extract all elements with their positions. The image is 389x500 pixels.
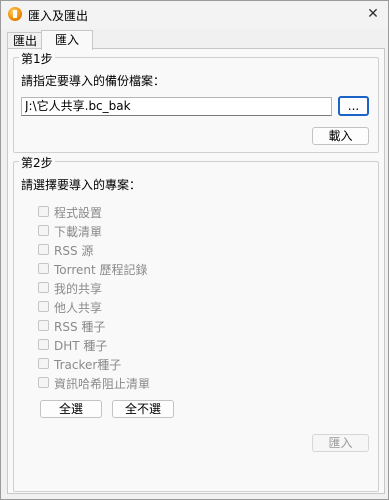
close-icon: ✕	[367, 6, 379, 22]
title-bar[interactable]: 匯入及匯出 ✕	[1, 1, 388, 29]
step1-group: 第1步 請指定要導入的備份檔案： ... 載入	[13, 50, 379, 153]
import-button[interactable]: 匯入	[312, 434, 369, 452]
checkbox[interactable]	[38, 263, 49, 274]
close-button[interactable]: ✕	[358, 1, 388, 29]
checkbox[interactable]	[38, 320, 49, 331]
backup-path-input[interactable]	[21, 97, 332, 116]
item-label: 資訊哈希阻止清單	[54, 377, 151, 391]
checkbox[interactable]	[38, 339, 49, 350]
step2-title: 第2步	[19, 154, 55, 171]
app-icon	[8, 7, 22, 21]
item-label: DHT 種子	[54, 339, 108, 353]
browse-button[interactable]: ...	[338, 96, 369, 116]
checkbox[interactable]	[38, 225, 49, 236]
item-label: Torrent 歷程記錄	[54, 263, 148, 277]
step2-instruction: 請選擇要導入的專案：	[21, 178, 142, 192]
checkbox[interactable]	[38, 282, 49, 293]
checkbox[interactable]	[38, 244, 49, 255]
checkbox[interactable]	[38, 377, 49, 388]
checkbox[interactable]	[38, 206, 49, 217]
tab-import[interactable]: 匯入	[41, 30, 93, 50]
item-label: Tracker種子	[54, 358, 122, 372]
import-export-dialog: 匯入及匯出 ✕ 匯出 匯入 第1步 請指定要導入的備份檔案： ... 載入 第2…	[0, 0, 389, 500]
select-none-button[interactable]: 全不選	[112, 400, 174, 418]
import-tab-panel: 第1步 請指定要導入的備份檔案： ... 載入 第2步 請選擇要導入的專案： 程…	[7, 48, 385, 494]
step1-title: 第1步	[19, 50, 55, 67]
checkbox[interactable]	[38, 358, 49, 369]
item-label: 他人共享	[54, 301, 103, 315]
item-label: 我的共享	[54, 282, 103, 296]
window-title: 匯入及匯出	[28, 9, 89, 23]
step2-group: 第2步 請選擇要導入的專案： 程式設置 下載清單 RSS 源 Torrent 歷…	[13, 154, 379, 492]
item-label: 下載清單	[54, 225, 103, 239]
load-button[interactable]: 載入	[312, 127, 369, 145]
step1-instruction: 請指定要導入的備份檔案：	[21, 74, 166, 88]
item-label: 程式設置	[54, 206, 103, 220]
select-all-button[interactable]: 全選	[40, 400, 102, 418]
item-label: RSS 種子	[54, 320, 106, 334]
item-label: RSS 源	[54, 244, 94, 258]
tab-export[interactable]: 匯出	[7, 32, 43, 49]
checkbox[interactable]	[38, 301, 49, 312]
